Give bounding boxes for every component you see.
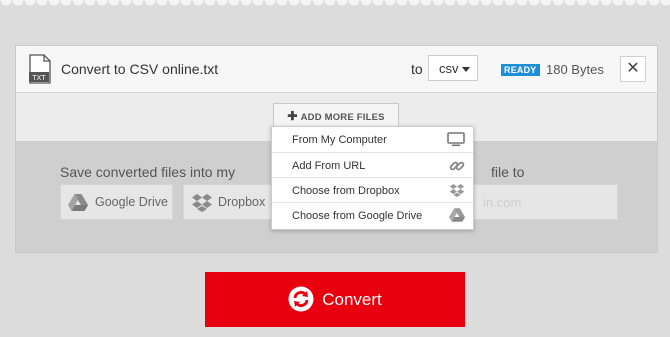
convert-label: Convert (322, 290, 382, 309)
txt-file-icon: TXT (29, 54, 51, 84)
add-more-files-label: ADD MORE FILES (300, 112, 385, 123)
close-icon: ✕ (626, 60, 640, 77)
google-drive-button[interactable]: Google Drive (60, 184, 173, 220)
menu-item-choose-from-dropbox[interactable]: Choose from Dropbox (272, 177, 473, 202)
file-row: TXT Convert to CSV online.txt to csv REA… (16, 46, 657, 93)
save-url-input[interactable]: in.com (461, 184, 618, 220)
dropbox-icon (192, 194, 212, 212)
chevron-down-icon (462, 67, 470, 72)
plus-icon: ✚ (287, 109, 298, 123)
scalloped-edge (0, 0, 670, 14)
menu-item-add-from-url[interactable]: Add From URL (272, 152, 473, 177)
menu-item-label: Choose from Dropbox (292, 185, 400, 197)
convert-refresh-icon (288, 286, 314, 312)
format-select[interactable]: csv (428, 55, 478, 81)
google-drive-label: Google Drive (95, 195, 168, 209)
dropbox-icon (449, 183, 465, 198)
google-drive-icon (449, 208, 465, 222)
menu-item-from-my-computer[interactable]: From My Computer (272, 127, 473, 152)
monitor-icon (447, 132, 465, 147)
status-badge: READY (501, 64, 540, 76)
dropbox-label: Dropbox (218, 195, 266, 209)
file-name: Convert to CSV online.txt (61, 61, 219, 77)
menu-item-choose-from-google-drive[interactable]: Choose from Google Drive (272, 202, 473, 227)
convert-button[interactable]: Convert (205, 272, 465, 327)
add-files-dropdown: From My Computer Add From URL Choose fro… (271, 126, 474, 230)
format-value: csv (439, 61, 459, 76)
svg-text:TXT: TXT (32, 75, 46, 82)
save-to-label: Save converted files into my (60, 164, 236, 180)
menu-item-label: Add From URL (292, 160, 366, 172)
menu-item-label: Choose from Google Drive (292, 210, 423, 222)
file-size: 180 Bytes (546, 62, 604, 77)
menu-item-label: From My Computer (292, 134, 387, 146)
remove-file-button[interactable]: ✕ (620, 56, 646, 82)
save-file-to-label: file to (491, 164, 525, 180)
google-drive-icon (68, 194, 88, 211)
to-label: to (411, 61, 423, 77)
link-icon (449, 161, 465, 171)
save-url-text: in.com (483, 195, 522, 210)
